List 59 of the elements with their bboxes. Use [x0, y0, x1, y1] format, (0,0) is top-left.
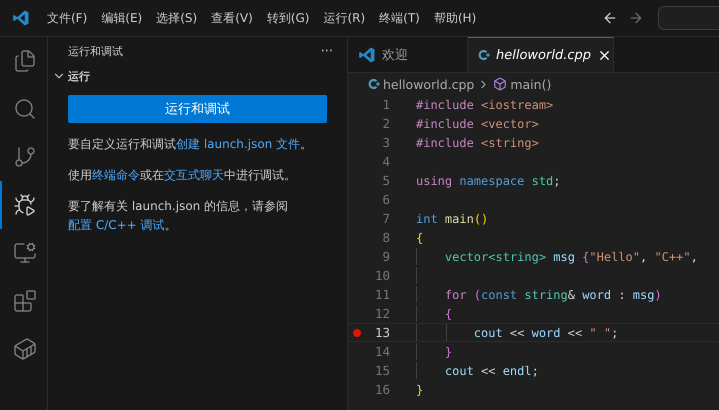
menu-item[interactable]: 运行(R): [316, 10, 372, 26]
logo-icon: [12, 9, 30, 27]
line-number: 1: [381, 97, 390, 112]
breakpoint-icon[interactable]: [353, 328, 361, 336]
line-number: 9: [381, 249, 390, 264]
line-number: 3: [381, 135, 390, 150]
more-button[interactable]: ···: [320, 44, 333, 58]
panel-title: 运行和调试: [68, 44, 123, 58]
menu-item[interactable]: 帮助(H): [426, 10, 484, 26]
code-line: vector<string> msg {"Hello", "C++",: [444, 250, 698, 264]
editor-tab[interactable]: helloworld.cpp: [468, 37, 614, 72]
line-number: 11: [374, 287, 390, 302]
menu-item[interactable]: 转到(G): [260, 10, 316, 26]
line-number: 12: [374, 306, 390, 321]
code-line: }: [444, 344, 452, 358]
code-line: #include <iostream>: [416, 98, 554, 112]
code-line: #include <vector>: [416, 116, 539, 130]
menu-item[interactable]: 查看(V): [204, 10, 260, 26]
breadcrumb-item[interactable]: main(): [510, 76, 552, 92]
menu-item[interactable]: 选择(S): [149, 10, 204, 26]
code-line: using namespace std;: [416, 174, 561, 188]
line-number: 8: [381, 230, 390, 245]
search-field[interactable]: [658, 6, 719, 30]
file-icon: [368, 78, 380, 90]
run-debug-button[interactable]: 运行和调试: [68, 95, 327, 123]
code-line: #include <string>: [416, 136, 539, 150]
code-line: }: [416, 382, 424, 396]
breadcrumb-item[interactable]: helloworld.cpp: [383, 76, 474, 92]
code-line: int main(): [416, 212, 488, 226]
code-line: for (const string& word : msg): [444, 288, 662, 302]
line-number: 16: [374, 382, 390, 397]
paragraph: 要自定义运行和调试创建 launch.json 文件。: [68, 136, 314, 153]
link[interactable]: 创建 launch.json 文件: [176, 137, 300, 151]
file-icon: [478, 49, 490, 61]
line-number: 5: [381, 173, 390, 188]
code-line: cout << word << " ";: [472, 326, 618, 340]
paragraph: 使用终端命令或在交互式聊天中进行调试。: [68, 167, 297, 184]
line-number: 2: [381, 116, 390, 131]
paragraph: 要了解有关 launch.json 的信息，请参阅 配置 C/C++ 调试。: [68, 198, 290, 234]
line-number: 13: [374, 325, 390, 340]
menu-item[interactable]: 编辑(E): [94, 10, 150, 26]
line-number: 14: [374, 344, 390, 359]
section-title[interactable]: 运行: [68, 68, 90, 84]
line-number: 10: [374, 268, 390, 283]
menu-item[interactable]: 终端(T): [372, 10, 427, 26]
code-line: {: [444, 306, 452, 320]
line-number: 6: [381, 192, 390, 207]
line-number: 7: [381, 211, 390, 226]
code-line: {: [416, 230, 424, 244]
back-icon[interactable]: [602, 10, 618, 26]
link[interactable]: 终端命令: [92, 168, 140, 182]
link[interactable]: 交互式聊天: [164, 168, 224, 182]
link[interactable]: 配置 C/C++ 调试: [68, 218, 165, 232]
menu-item[interactable]: 文件(F): [40, 10, 94, 26]
cube-icon: [493, 77, 508, 91]
logo-icon: [358, 46, 376, 64]
code-line: cout << endl;: [444, 364, 539, 378]
line-number: 4: [381, 154, 390, 169]
line-number: 15: [374, 363, 390, 378]
